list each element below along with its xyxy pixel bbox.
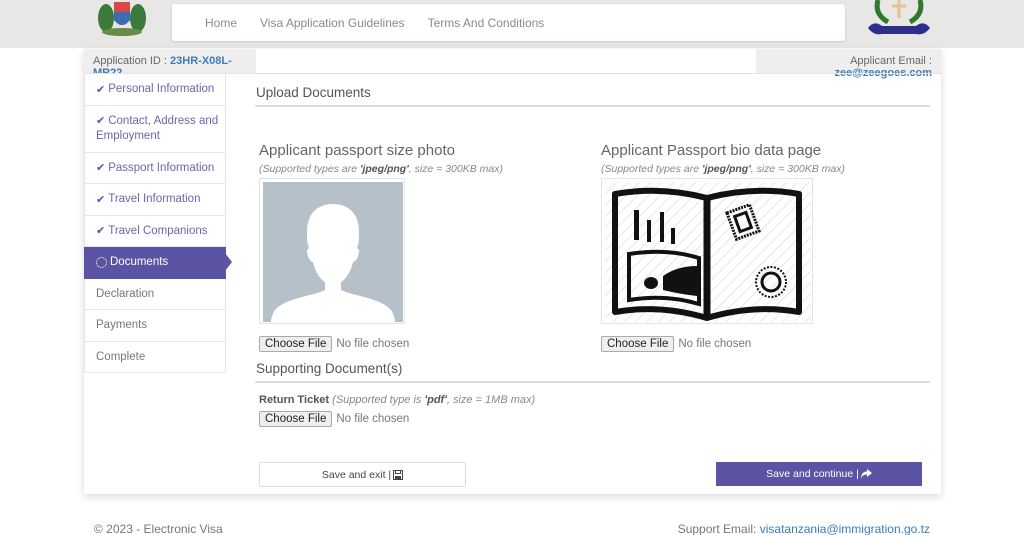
application-card: Application ID : 23HR-X08L-MR22 Applican… (84, 49, 941, 494)
passport-photo-hint: (Supported types are 'jpeg/png', size = … (259, 163, 503, 175)
floppy-disk-icon (393, 469, 404, 480)
passport-photo-upload: Applicant passport size photo (Supported… (259, 142, 503, 352)
footer-copyright: © 2023 - Electronic Visa (94, 522, 223, 535)
share-arrow-icon (860, 469, 872, 479)
sidebar-item-contact-address-employment[interactable]: ✔ Contact, Address and Employment (84, 105, 226, 153)
nav-visa-guidelines[interactable]: Visa Application Guidelines (260, 16, 405, 30)
save-and-continue-button[interactable]: Save and continue | (716, 462, 922, 486)
return-ticket-file-input[interactable]: Choose File No file chosen (259, 411, 930, 427)
sidebar-item-personal-information[interactable]: ✔ Personal Information (84, 74, 226, 106)
sidebar-item-travel-information[interactable]: ✔ Travel Information (84, 184, 226, 216)
sidebar-item-passport-information[interactable]: ✔ Passport Information (84, 152, 226, 184)
upload-documents-heading: Upload Documents (255, 74, 930, 107)
passport-photo-preview (259, 178, 405, 324)
file-status: No file chosen (336, 413, 410, 425)
sidebar-item-payments[interactable]: Payments (84, 310, 226, 342)
file-status: No file chosen (336, 338, 410, 350)
check-icon: ✔ (96, 83, 106, 96)
supporting-documents-section: Supporting Document(s) Return Ticket (Su… (255, 350, 930, 427)
passport-bio-upload: Applicant Passport bio data page (Suppor… (601, 142, 845, 352)
top-bar: Home Visa Application Guidelines Terms A… (0, 0, 1024, 48)
steps-sidebar: ✔ Personal Information ✔ Contact, Address … (84, 74, 232, 373)
check-icon: ✔ (96, 225, 106, 238)
check-icon: ✔ (96, 114, 106, 127)
sidebar-item-declaration[interactable]: Declaration (84, 278, 226, 310)
sidebar-item-complete[interactable]: Complete (84, 341, 226, 373)
documents-section: Upload Documents Applicant passport size… (255, 74, 930, 427)
save-and-exit-button[interactable]: Save and exit | (259, 462, 466, 487)
applicant-email: Applicant Email : zee@zeegoes.com (756, 49, 941, 79)
footer-support: Support Email: visatanzania@immigration.… (677, 522, 930, 535)
choose-file-button[interactable]: Choose File (259, 411, 333, 427)
supporting-documents-heading: Supporting Document(s) (255, 350, 930, 383)
sidebar-item-travel-companions[interactable]: ✔ Travel Companions (84, 215, 226, 247)
passport-book-icon (605, 182, 811, 322)
application-id: Application ID : 23HR-X08L-MR22 (84, 49, 256, 79)
immigration-emblem-logo (868, 0, 930, 35)
coat-of-arms-logo (98, 2, 146, 36)
check-icon: ✔ (96, 193, 106, 206)
passport-bio-hint: (Supported types are 'jpeg/png', size = … (601, 163, 845, 175)
support-email-link[interactable]: visatanzania@immigration.go.tz (760, 522, 930, 535)
passport-bio-preview (601, 178, 813, 324)
main-nav: Home Visa Application Guidelines Terms A… (172, 4, 845, 41)
check-icon: ✔ (96, 162, 106, 175)
avatar-placeholder-icon (263, 182, 403, 322)
nav-terms[interactable]: Terms And Conditions (428, 16, 545, 30)
spinner-icon (96, 256, 107, 268)
file-status: No file chosen (678, 338, 752, 350)
passport-photo-title: Applicant passport size photo (259, 142, 455, 159)
return-ticket-label: Return Ticket (Supported type is 'pdf', … (259, 394, 536, 406)
nav-home[interactable]: Home (205, 16, 237, 30)
sidebar-item-documents[interactable]: Documents (84, 247, 232, 279)
passport-bio-title: Applicant Passport bio data page (601, 142, 822, 159)
